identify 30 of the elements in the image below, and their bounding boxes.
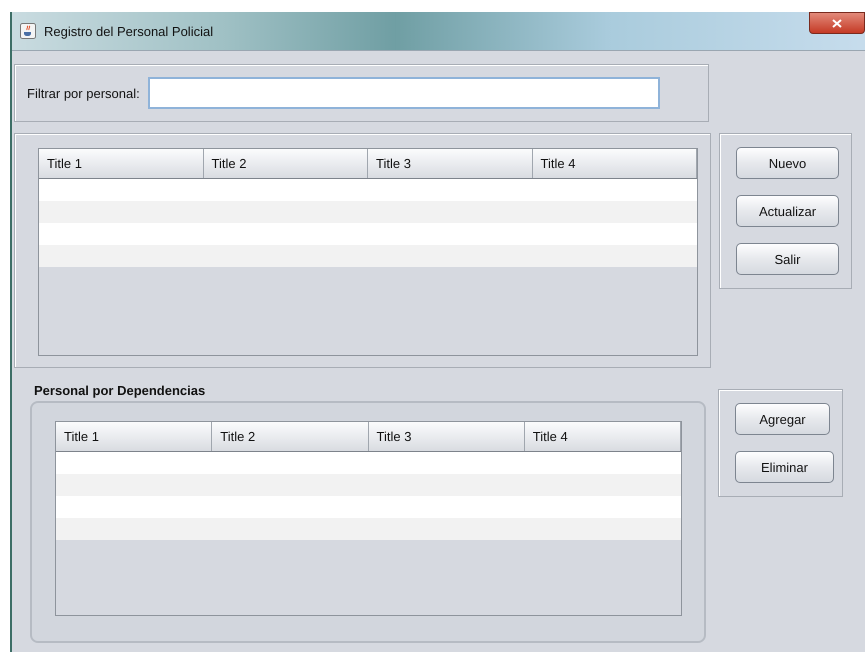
filter-field[interactable]	[148, 77, 660, 109]
close-button[interactable]	[809, 12, 865, 34]
action-button[interactable]: Nuevo	[736, 147, 839, 179]
column-header[interactable]: Title 4	[524, 422, 681, 451]
column-header[interactable]: Title 2	[204, 149, 368, 178]
table-row[interactable]	[56, 496, 681, 518]
action-button[interactable]: Agregar	[735, 403, 830, 435]
column-header[interactable]: Title 3	[368, 149, 532, 178]
window-title: Registro del Personal Policial	[44, 24, 214, 38]
action-button[interactable]: Salir	[736, 243, 839, 275]
table-row[interactable]	[39, 179, 697, 201]
column-header[interactable]: Title 1	[39, 149, 204, 178]
column-header[interactable]: Title 2	[212, 422, 368, 451]
table-row[interactable]	[56, 452, 681, 474]
table-row[interactable]	[56, 518, 681, 540]
close-icon	[832, 18, 842, 28]
table-row[interactable]	[56, 474, 681, 496]
action-button[interactable]: Eliminar	[735, 451, 834, 483]
data-table[interactable]: Title 1 Title 2 Title 3 Title 4	[55, 421, 682, 616]
data-table[interactable]: Title 1 Title 2 Title 3 Title 4	[38, 148, 698, 356]
section-title: Personal por Dependencias	[34, 383, 206, 398]
table-row[interactable]	[39, 201, 697, 223]
table-row[interactable]	[39, 223, 697, 245]
column-header[interactable]: Title 4	[532, 149, 697, 178]
table-row[interactable]	[39, 245, 697, 267]
column-header[interactable]: Title 3	[368, 422, 525, 451]
action-button[interactable]: Actualizar	[736, 195, 839, 227]
filter-label: Filtrar por personal:	[27, 86, 140, 100]
java-cup-icon	[20, 23, 36, 39]
column-header[interactable]: Title 1	[56, 422, 212, 451]
